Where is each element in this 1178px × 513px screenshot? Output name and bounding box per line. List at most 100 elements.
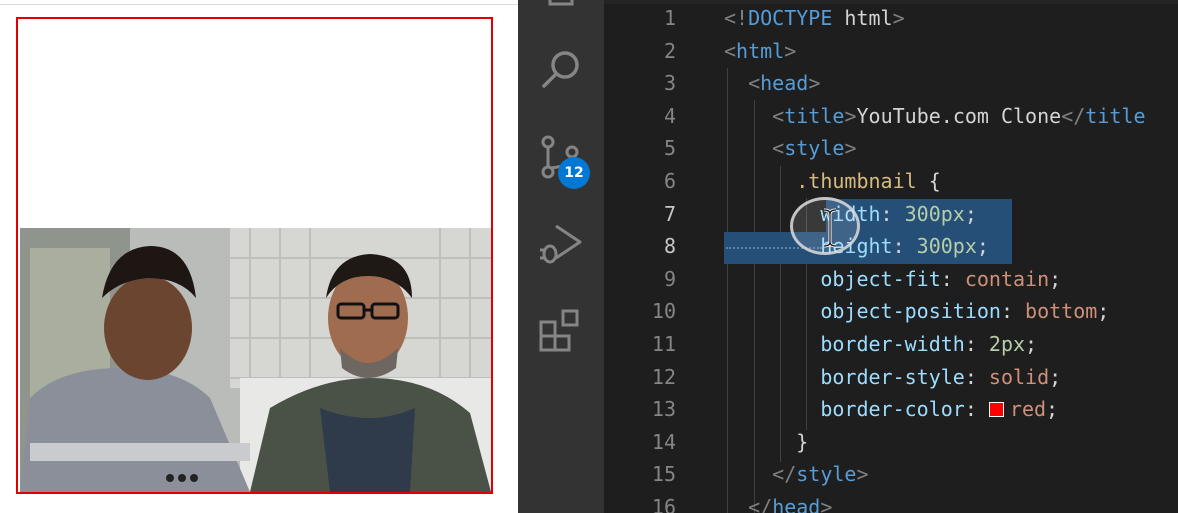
preview-top-border [0, 4, 518, 5]
code-line[interactable]: 13 border-color: red; [604, 393, 1178, 426]
code-token: { [916, 169, 941, 193]
code-token: : [892, 234, 917, 259]
code-line[interactable]: 8 height: 300px; [604, 230, 1178, 263]
code-token: 2px [988, 332, 1026, 356]
line-number: 3 [663, 71, 676, 96]
code-token: ; [1097, 299, 1110, 324]
line-source: <html> [724, 35, 796, 68]
code-token: object-position [820, 299, 1001, 324]
code-line[interactable]: 2 <html> [604, 35, 1178, 68]
line-number: 9 [663, 266, 676, 291]
line-source: </head> [724, 491, 832, 513]
line-number: 10 [651, 299, 676, 324]
line-source: <head> [724, 67, 820, 100]
code-token: < [772, 136, 785, 161]
code-token: red [1009, 397, 1047, 422]
code-token: border-width [820, 332, 965, 356]
code-token: ; [1046, 397, 1059, 422]
line-source: object-position: bottom; [724, 295, 1109, 328]
code-token: > [844, 136, 857, 161]
code-token: border-color [820, 397, 965, 422]
line-number: 4 [663, 103, 676, 128]
line-source: <!DOCTYPE html> [724, 2, 905, 35]
code-token: bottom [1025, 299, 1098, 324]
code-token: < [748, 71, 761, 96]
code-line[interactable]: 15 </style> [604, 458, 1178, 491]
code-token: </ [1061, 103, 1086, 128]
line-source: border-style: solid; [724, 361, 1061, 394]
code-token: : [880, 201, 905, 226]
code-token: </ [772, 462, 797, 487]
code-token: 300px [916, 234, 977, 259]
line-source: </style> [724, 458, 869, 491]
code-line[interactable]: 6 .thumbnail { [604, 165, 1178, 198]
code-token: title [1085, 103, 1146, 128]
code-line[interactable]: 12 border-style: solid; [604, 361, 1178, 394]
text-cursor-icon [823, 208, 837, 248]
code-line[interactable]: 10 object-position: bottom; [604, 295, 1178, 328]
code-token: style [796, 462, 857, 487]
line-number: 12 [651, 364, 676, 389]
browser-preview [0, 0, 518, 513]
code-token: > [784, 38, 797, 63]
code-line[interactable]: 9 object-fit: contain; [604, 263, 1178, 296]
line-source: .thumbnail { [724, 165, 941, 198]
code-editor[interactable]: 1 <!DOCTYPE html> 2 <html> 3 <head> 4 <title>… [604, 0, 1178, 513]
code-token: <! [724, 6, 749, 30]
code-line[interactable]: 11 border-width: 2px; [604, 328, 1178, 361]
code-line[interactable]: 14 } [604, 426, 1178, 459]
line-source: } [724, 426, 808, 459]
code-token: > [808, 71, 821, 96]
thumbnail-image-frame [16, 17, 493, 494]
code-token: DOCTYPE [748, 6, 833, 30]
code-token: : [964, 397, 989, 422]
code-token: > [844, 103, 857, 128]
code-token: > [856, 462, 869, 487]
line-number: 15 [651, 462, 676, 487]
source-control-badge: 12 [558, 157, 590, 189]
code-token: 300px [904, 201, 965, 226]
run-debug-icon[interactable] [538, 220, 584, 266]
code-line[interactable]: 16 </head> [604, 491, 1178, 513]
code-token: < [724, 38, 737, 63]
code-token: solid [988, 364, 1050, 389]
code-line[interactable]: 5 <style> [604, 132, 1178, 165]
code-line[interactable]: 3 <head> [604, 67, 1178, 100]
line-number: 13 [651, 397, 676, 422]
code-line[interactable]: 1 <!DOCTYPE html> [604, 2, 1178, 35]
code-token: > [820, 495, 833, 513]
search-icon[interactable] [538, 46, 584, 92]
line-source: <title>YouTube.com Clone</title [724, 100, 1146, 133]
code-token: < [772, 103, 785, 128]
explorer-icon[interactable] [538, 0, 584, 24]
code-token: head [760, 71, 809, 96]
code-token: : [964, 364, 989, 389]
code-line[interactable]: 4 <title>YouTube.com Clone</title [604, 100, 1178, 133]
code-token: ; [964, 201, 977, 226]
line-source: border-color: red; [724, 393, 1058, 426]
code-token: border-style [820, 364, 965, 389]
code-token: YouTube.com Clone [856, 103, 1062, 128]
line-source: border-width: 2px; [724, 328, 1037, 361]
color-swatch-icon[interactable] [988, 402, 1004, 418]
extensions-icon[interactable] [538, 308, 584, 354]
line-number: 16 [651, 495, 676, 513]
code-token: title [784, 103, 845, 128]
code-token: ; [976, 234, 989, 259]
code-line[interactable]: 7 width: 300px; [604, 198, 1178, 231]
code-token: html [736, 38, 785, 63]
code-token: .thumbnail [796, 169, 917, 193]
line-number: 8 [663, 234, 676, 259]
code-token: </ [748, 495, 773, 513]
line-number: 2 [663, 38, 676, 63]
code-token: ; [1025, 332, 1038, 356]
